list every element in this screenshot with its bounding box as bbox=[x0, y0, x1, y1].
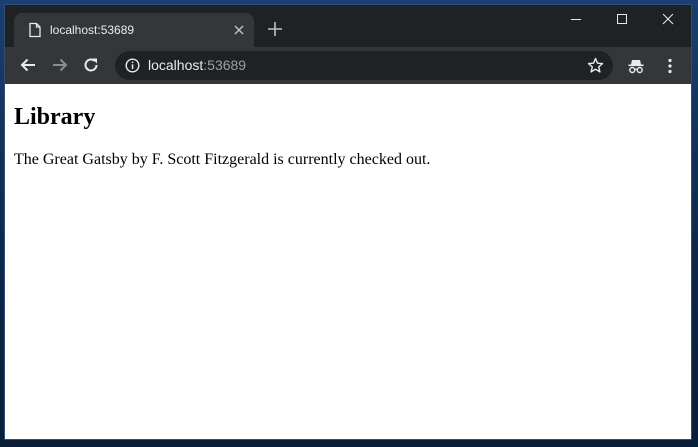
maximize-button[interactable] bbox=[599, 5, 645, 33]
url-port: :53689 bbox=[203, 57, 247, 73]
page-title: Library bbox=[14, 104, 96, 130]
url-text[interactable]: localhost:53689 bbox=[148, 57, 246, 74]
tab-close-icon[interactable] bbox=[232, 23, 246, 37]
window-close-button[interactable] bbox=[645, 5, 691, 33]
browser-toolbar: localhost:53689 bbox=[5, 47, 691, 84]
tab-localhost[interactable]: localhost:53689 bbox=[14, 13, 254, 47]
back-arrow-icon[interactable] bbox=[19, 56, 37, 74]
new-tab-plus-icon[interactable] bbox=[267, 21, 283, 37]
address-bar[interactable]: localhost:53689 bbox=[115, 51, 613, 80]
browser-window: localhost:53689 localhost:53689 Library … bbox=[5, 5, 691, 439]
tab-title: localhost:53689 bbox=[50, 23, 135, 37]
incognito-icon[interactable] bbox=[627, 57, 645, 75]
bookmark-star-icon[interactable] bbox=[587, 57, 604, 74]
page-viewport: Library The Great Gatsby by F. Scott Fit… bbox=[5, 84, 691, 439]
kebab-menu-icon[interactable] bbox=[661, 57, 679, 75]
close-icon bbox=[662, 13, 674, 25]
minimize-button[interactable] bbox=[553, 5, 599, 33]
minimize-icon bbox=[571, 19, 581, 20]
reload-icon[interactable] bbox=[82, 56, 100, 74]
desktop-background: localhost:53689 localhost:53689 Library … bbox=[0, 0, 698, 447]
checkout-status-message: The Great Gatsby by F. Scott Fitzgerald … bbox=[14, 151, 431, 168]
url-host: localhost bbox=[148, 57, 204, 73]
tab-strip: localhost:53689 bbox=[5, 5, 691, 47]
forward-arrow-icon[interactable] bbox=[51, 56, 69, 74]
maximize-icon bbox=[617, 14, 627, 24]
info-icon[interactable] bbox=[125, 58, 140, 73]
page-icon bbox=[28, 22, 42, 38]
